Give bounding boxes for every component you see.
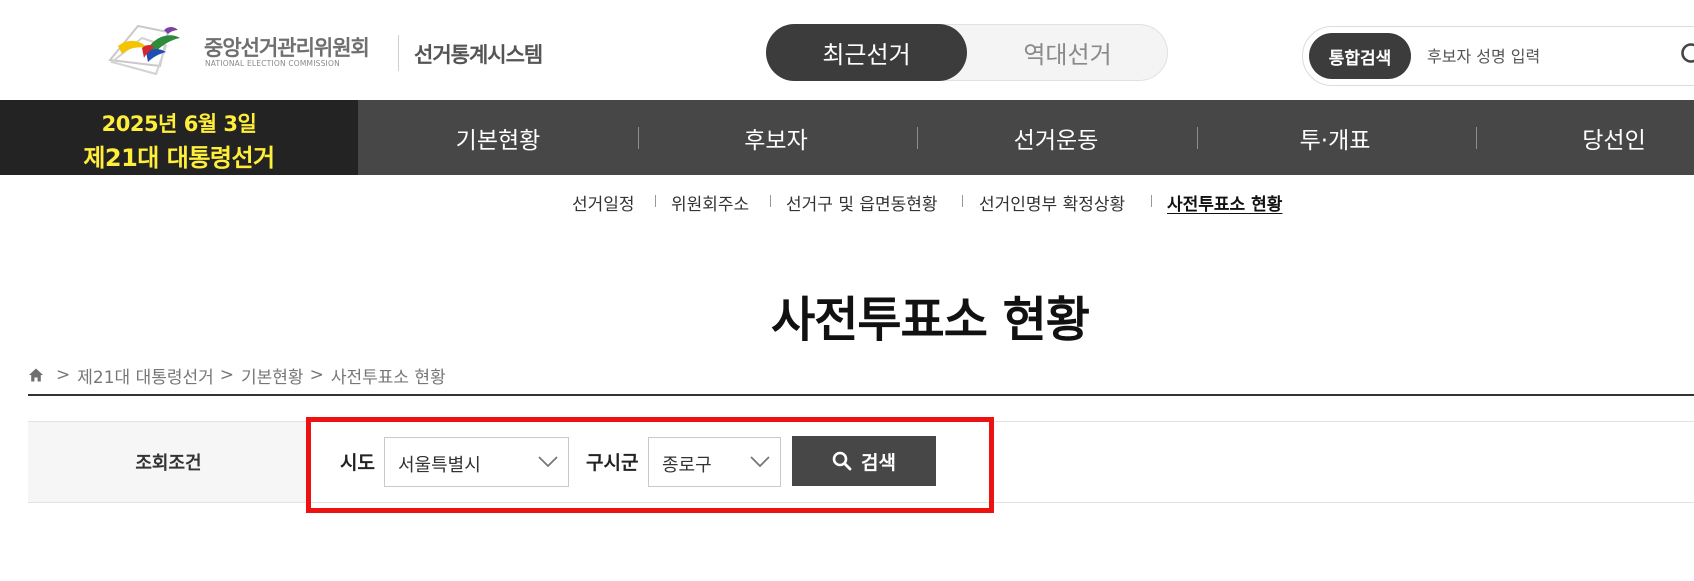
sub-navigation: 선거일정 위원회주소 선거구 및 읍면동현황 선거인명부 확정상황 사전투표소 … — [0, 190, 1694, 215]
subnav-divider — [770, 195, 771, 207]
subnav-election-schedule[interactable]: 선거일정 — [572, 190, 635, 215]
gnb-divider — [1476, 127, 1477, 149]
system-name: 선거통계시스템 — [414, 43, 543, 67]
site-header: 중앙선거관리위원회 NATIONAL ELECTION COMMISSION 선… — [0, 0, 1694, 100]
election-toggle: 최근선거 역대선거 — [766, 24, 1168, 81]
breadcrumb-separator: > — [219, 365, 235, 385]
toggle-recent-elections[interactable]: 최근선거 — [766, 24, 967, 81]
gnb-divider — [917, 127, 918, 149]
main-navigation: 2025년 6월 3일 제21대 대통령선거 기본현황 후보자 선거운동 투·개… — [0, 100, 1694, 175]
gnb-item-candidates[interactable]: 후보자 — [676, 100, 876, 175]
subnav-early-voting-stations[interactable]: 사전투표소 현황 — [1167, 190, 1282, 215]
breadcrumb-separator: > — [309, 365, 324, 385]
candidate-search-input[interactable] — [1427, 41, 1667, 71]
gnb-item-voting-counting[interactable]: 투·개표 — [1235, 100, 1435, 175]
search-icon[interactable] — [1679, 41, 1694, 71]
logo-english-text: NATIONAL ELECTION COMMISSION — [205, 59, 340, 68]
election-date: 2025년 6월 3일 — [101, 112, 257, 136]
search-condition-label: 조회조건 — [28, 422, 310, 502]
subnav-divider — [655, 195, 656, 207]
integrated-search-label[interactable]: 통합검색 — [1309, 33, 1411, 79]
gnb-item-campaign[interactable]: 선거운동 — [956, 100, 1156, 175]
nec-emblem-icon — [108, 24, 180, 76]
subnav-divider — [962, 195, 963, 207]
toggle-past-elections[interactable]: 역대선거 — [967, 24, 1168, 81]
breadcrumb-election[interactable]: 제21대 대통령선거 — [77, 363, 214, 388]
gnb-divider — [638, 127, 639, 149]
logo-divider — [398, 35, 399, 71]
current-election-badge[interactable]: 2025년 6월 3일 제21대 대통령선거 — [0, 100, 358, 175]
subnav-districts[interactable]: 선거구 및 읍면동현황 — [786, 190, 938, 215]
nec-logo[interactable]: 중앙선거관리위원회 NATIONAL ELECTION COMMISSION 선… — [108, 18, 563, 78]
subnav-voter-registry[interactable]: 선거인명부 확정상황 — [979, 190, 1125, 215]
logo-korean-text: 중앙선거관리위원회 — [204, 36, 370, 60]
subnav-committee-address[interactable]: 위원회주소 — [671, 190, 749, 215]
integrated-search: 통합검색 — [1302, 26, 1694, 86]
breadcrumb: > 제21대 대통령선거 > 기본현황 > 사전투표소 현황 — [28, 363, 446, 388]
highlight-box — [306, 417, 994, 513]
gnb-item-winners[interactable]: 당선인 — [1514, 100, 1694, 175]
home-icon[interactable] — [28, 367, 44, 383]
title-underline — [28, 394, 1694, 396]
page-title: 사전투표소 현황 — [771, 292, 1090, 348]
breadcrumb-current: 사전투표소 현황 — [330, 367, 446, 388]
gnb-item-basic-status[interactable]: 기본현황 — [398, 100, 598, 175]
election-name: 제21대 대통령선거 — [83, 144, 275, 172]
breadcrumb-separator: > — [56, 365, 71, 385]
breadcrumb-basic-status[interactable]: 기본현황 — [241, 363, 304, 388]
subnav-divider — [1151, 195, 1152, 207]
gnb-divider — [1197, 127, 1198, 149]
